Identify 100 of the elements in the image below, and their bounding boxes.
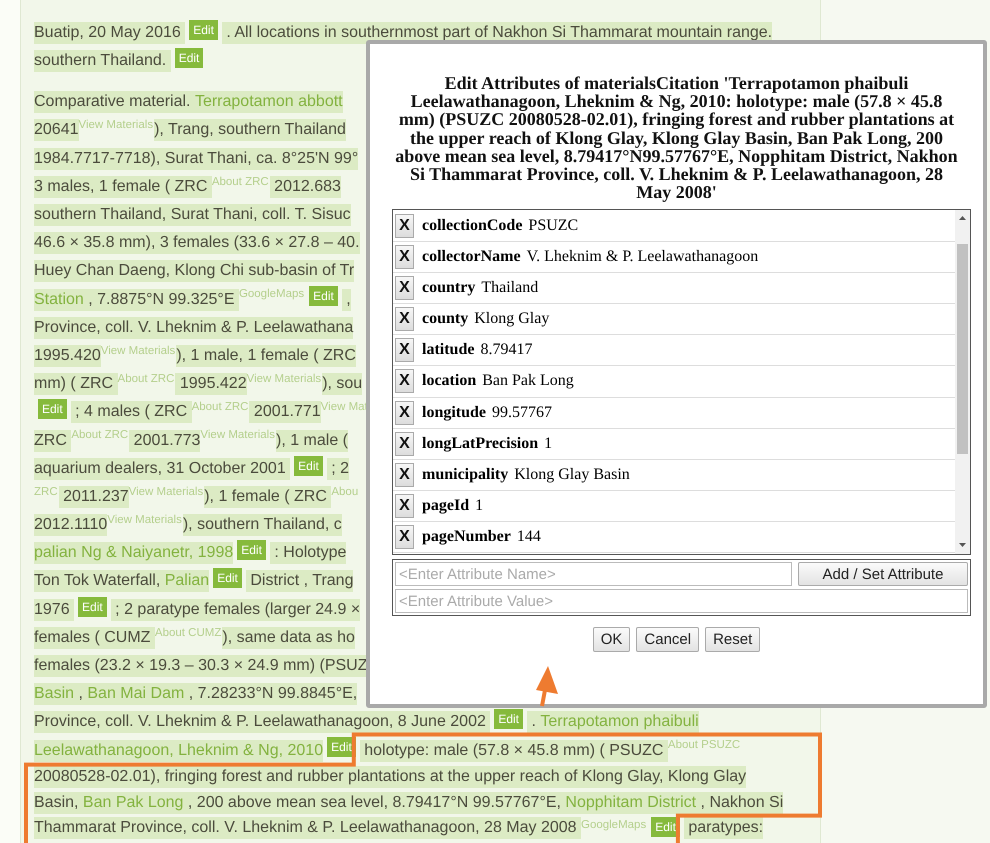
citation-text: 20080528-02.01), fringing forest and rubber plantations at the upper reach of Klong Glay, Klong Glay [34,766,746,788]
remove-button[interactable]: X [395,369,414,394]
citation-text: 20641 [34,119,78,142]
attribute-value: Thailand [481,278,538,297]
edit-button[interactable]: Edit [294,456,323,476]
cancel-button[interactable]: Cancel [636,627,700,652]
reference-link[interactable]: View Materials [100,344,176,357]
citation-text: ), 1 female ( ZRC [204,486,332,508]
attribute-value: Ban Pak Long [482,372,574,390]
edit-button[interactable]: Edit [237,540,266,560]
taxon-link[interactable]: Terrapotamon phaibuli [540,711,699,734]
citation-text: 1976 [34,598,74,621]
reference-link[interactable]: View Materials [246,373,322,386]
reference-link[interactable]: View Materials [107,514,182,526]
citation-text: ), sou [322,373,362,396]
citation-text: aquarium dealers, 31 October 2001 [34,458,290,480]
attribute-value: Klong Glay Basin [514,466,630,484]
citation-text: Buatip, 20 May 2016 [34,22,186,44]
attribute-value: V. Lheknim & P. Leelawathanagoon [526,248,758,266]
remove-button[interactable]: X [395,463,414,488]
taxon-link[interactable]: Basin [34,683,74,706]
reference-link[interactable]: View Materials [128,486,204,498]
citation-text: , 7.28233°N 99.8845°E, [184,683,358,706]
citation-text: 2001.771 [249,401,321,424]
taxon-link[interactable]: Leelawathanagoon, Lheknim & Ng, 2010 [34,740,324,762]
reference-link[interactable]: View Materials [78,119,154,132]
citation-text: ), 1 male, 1 female ( ZRC [176,344,356,367]
citation-text: 46.6 × 35.8 mm), 3 females (33.6 × 27.8 – 40. [34,232,360,254]
citation-text: females ( CUMZ [34,626,155,649]
citation-text: ), same data as ho [222,626,355,649]
reference-link[interactable]: GoogleMaps [581,818,646,831]
citation-text: ), Trang, southern Thailand [154,119,346,142]
reference-link[interactable]: View Materials [200,429,275,442]
remove-button[interactable]: X [395,214,414,238]
edit-button[interactable]: Edit [38,399,67,420]
attribute-name-field[interactable]: <Enter Attribute Name> [395,562,792,586]
reference-link[interactable]: About ZRC [212,176,269,188]
citation-text: 1995.420 [34,344,101,367]
remove-button[interactable]: X [395,244,414,269]
reset-button[interactable]: Reset [705,627,760,652]
attribute-name: longLatPrecision [422,434,538,453]
taxon-link[interactable]: Nopphitam District [565,792,696,814]
attribute-value: 1 [544,434,552,453]
reference-link[interactable]: Abou [331,486,358,498]
attribute-name: municipality [422,466,508,484]
attribute-value: 8.79417 [480,341,532,360]
reference-link[interactable]: About ZRC [118,373,174,386]
attribute-name: location [422,372,476,390]
taxon-link[interactable]: Terrapotamon abbott [194,91,343,114]
citation-text: ; 4 males ( ZRC [70,401,192,424]
attribute-name: pageNumber [422,528,511,546]
citation-text: Province, coll. V. Lheknim & P. Leelawathana [34,316,354,339]
citation-text: ), 1 male ( [276,430,348,452]
edit-button[interactable]: Edit [213,568,242,588]
remove-button[interactable]: X [395,338,414,362]
attribute-name: latitude [422,341,474,360]
reference-link[interactable]: About ZRC [192,401,248,414]
attribute-value-field[interactable]: <Enter Attribute Value> [395,589,968,614]
reference-link[interactable]: About CUMZ [154,626,222,639]
citation-text: 2001.773 [129,430,200,452]
citation-text: Province, coll. V. Lheknim & P. Leelawathanagoon, 8 June 2002 [34,711,490,734]
remove-button[interactable]: X [395,400,414,425]
reference-link[interactable]: About ZRC [71,429,128,442]
remove-button[interactable]: X [395,432,414,456]
attribute-name: longitude [422,404,486,422]
edit-button[interactable]: Edit [78,596,107,617]
remove-button[interactable]: X [395,307,414,332]
ok-button[interactable]: OK [592,627,630,652]
attribute-value: PSUZC [528,216,578,235]
taxon-link[interactable]: palian Ng & Naiyanetr, 1998 [34,542,234,564]
edit-button[interactable]: Edit [309,286,338,306]
citation-text: holotype: male (57.8 × 45.8 mm) ( PSUZC [360,740,668,762]
citation-text: ; 2 paratype females (larger 24.9 × [110,598,360,621]
reference-link[interactable]: GoogleMaps [238,288,304,300]
edit-button[interactable]: Edit [494,709,524,730]
attribute-value: 1 [475,497,484,516]
citation-text: Huey Chan Daeng, Klong Chi sub-basin of Tr [34,260,354,282]
citation-text: Ton Tok Waterfall, [34,570,165,592]
reference-link[interactable]: About PSUZC [668,739,740,752]
citation-text: : Holotype [270,542,346,564]
citation-text: , Nakhon Si [696,792,784,814]
attribute-value: 144 [516,528,541,546]
remove-button[interactable]: X [395,276,414,300]
citation-text: . [527,711,540,734]
dialog-title: Edit Attributes of materialsCitation 'Terrapotamon phaibuli Leelawathanagoon, Lheknim & Ng, 2010: holotype: male (57.8 × 45.8 mm) (PSUZC 20080528-02.01), fringing forest and rubber plantations at the upper reach of Klong Glay, Klong Glay Basin, Ban Pak Long, 200 above mean sea level, 8.79417°N99.57767°E, Nopphitam District, Nakhon Si Thammarat Province, coll. V. Lheknim & P. Leelawathanagoon, 28 May 2008' [394,72,959,204]
citation-text: mm) ( ZRC [34,373,118,396]
reference-link[interactable]: ZRC [34,486,58,498]
taxon-link[interactable]: Ban Mai Dam [87,683,184,706]
citation-text: females (23.2 × 19.3 – 30.3 × 24.9 mm) (PSUZ [34,655,368,678]
edit-button[interactable]: Edit [189,20,218,40]
taxon-link[interactable]: Palian [164,570,210,592]
add-attribute-button[interactable]: Add / Set Attribute [798,562,968,586]
attribute-value: 99.57767 [492,404,552,422]
taxon-link[interactable]: Station [34,288,84,311]
citation-text: , [74,683,88,706]
taxon-link[interactable]: Ban Pak Long [82,792,184,814]
remove-button[interactable]: X [395,494,414,518]
edit-button[interactable]: Edit [174,48,204,68]
attribute-name: collectionCode [422,216,522,235]
remove-button[interactable]: X [395,525,414,550]
